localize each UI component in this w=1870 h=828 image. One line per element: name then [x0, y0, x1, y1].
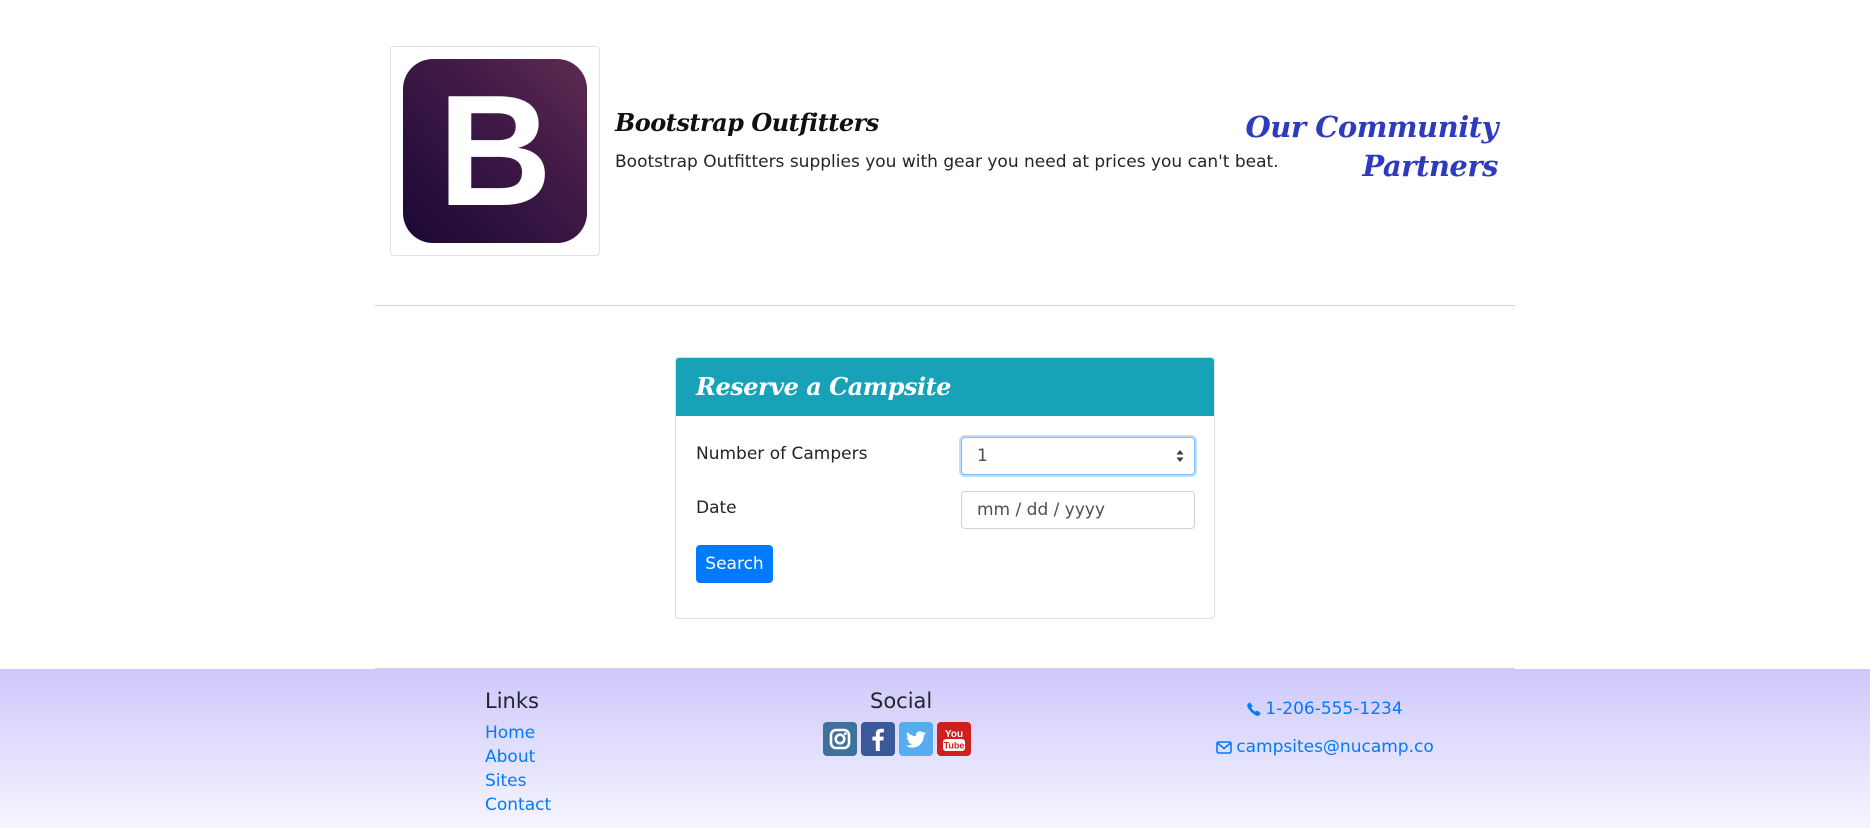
campers-select[interactable]: 1: [961, 437, 1195, 475]
social-heading: Social: [870, 689, 933, 713]
footer-link-home[interactable]: Home: [485, 721, 551, 745]
campers-label: Number of Campers: [696, 444, 868, 464]
youtube-you-text: You: [945, 729, 963, 740]
footer: Links Home About Sites Contact Social Yo…: [0, 669, 1870, 828]
instagram-icon[interactable]: [823, 722, 857, 756]
twitter-icon[interactable]: [899, 722, 933, 756]
footer-link-sites[interactable]: Sites: [485, 769, 551, 793]
partner-section: B Bootstrap Outfitters Bootstrap Outfitt…: [390, 46, 1510, 256]
footer-link-contact[interactable]: Contact: [485, 793, 551, 817]
select-arrows-icon: [1176, 450, 1184, 462]
search-button[interactable]: Search: [696, 545, 773, 583]
footer-link-about[interactable]: About: [485, 745, 551, 769]
envelope-icon: [1216, 741, 1233, 754]
reserve-campsite-card: Reserve a Campsite Number of Campers 1 D…: [675, 357, 1215, 619]
youtube-icon[interactable]: You Tube: [937, 722, 971, 756]
partner-logo: B: [390, 46, 600, 256]
date-placeholder: mm / dd / yyyy: [977, 500, 1106, 520]
campers-select-value: 1: [977, 446, 988, 466]
card-header: Reserve a Campsite: [676, 358, 1214, 416]
divider: [375, 305, 1515, 306]
bootstrap-logo-icon: B: [403, 59, 587, 243]
footer-links: Home About Sites Contact: [485, 721, 551, 817]
phone-icon: [1247, 702, 1261, 716]
links-heading: Links: [485, 689, 539, 713]
date-label: Date: [696, 498, 737, 518]
partner-description: Bootstrap Outfitters supplies you with g…: [615, 152, 1279, 172]
youtube-tube-text: Tube: [944, 741, 965, 751]
phone-link[interactable]: 1-206-555-1234: [1180, 699, 1470, 719]
logo-letter: B: [437, 63, 553, 239]
date-input[interactable]: mm / dd / yyyy: [961, 491, 1195, 529]
email-address: campsites@nucamp.co: [1236, 737, 1434, 757]
community-partners-heading: Our Community Partners: [1245, 110, 1499, 183]
facebook-icon[interactable]: [861, 722, 895, 756]
partner-name: Bootstrap Outfitters: [615, 108, 879, 137]
phone-number: 1-206-555-1234: [1265, 699, 1403, 719]
card-title: Reserve a Campsite: [696, 372, 951, 401]
email-link[interactable]: campsites@nucamp.co: [1180, 737, 1470, 757]
